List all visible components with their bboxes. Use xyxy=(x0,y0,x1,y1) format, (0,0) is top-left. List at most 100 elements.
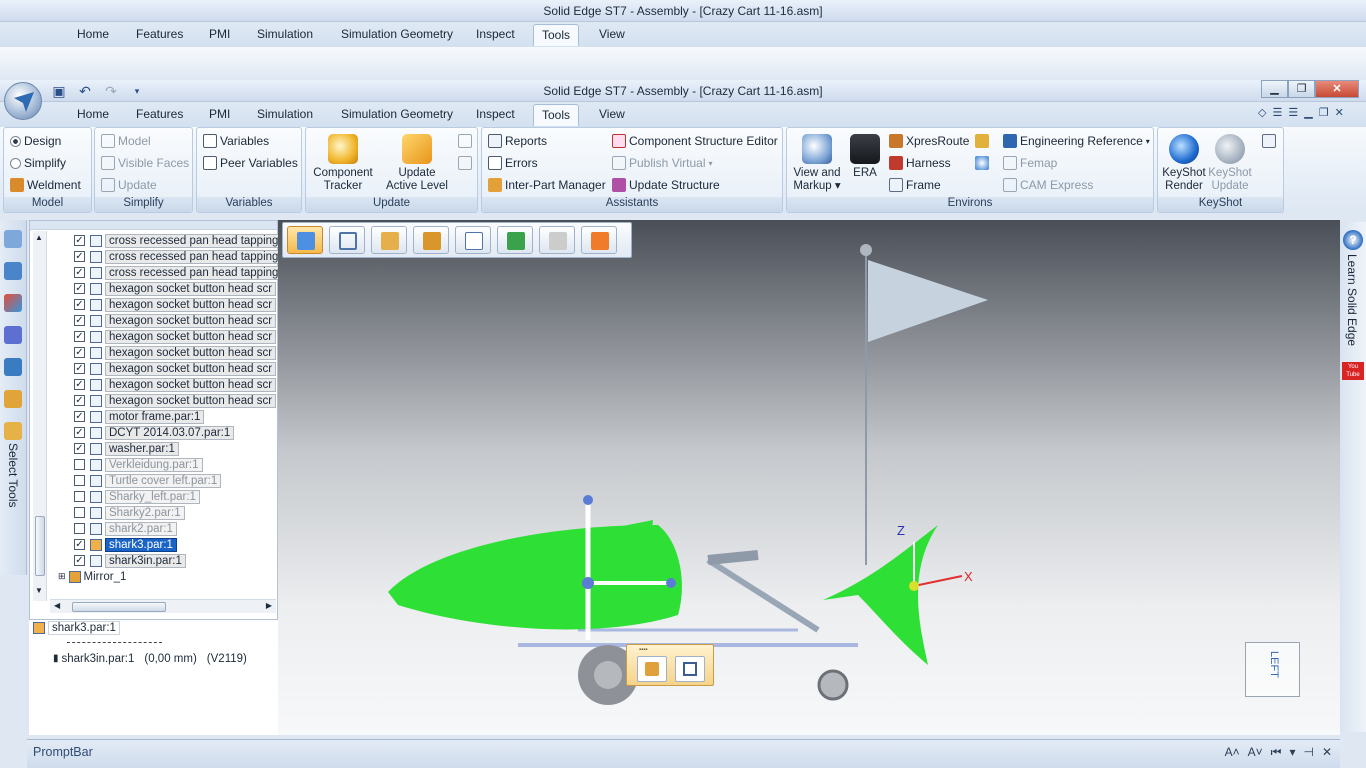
component-structure-editor-button[interactable]: Component Structure Editor xyxy=(612,134,778,148)
tree-item[interactable]: ✓ DCYT 2014.03.07.par:1 xyxy=(74,425,235,440)
tree-item[interactable]: Sharky_left.par:1 xyxy=(74,489,200,504)
visibility-checkbox[interactable] xyxy=(74,459,85,470)
vertical-scroll-thumb[interactable] xyxy=(35,516,45,576)
close-button[interactable]: ✕ xyxy=(1315,80,1359,98)
publish-virtual-button[interactable]: Publish Virtual ▾ xyxy=(612,156,713,170)
variables-button[interactable]: Variables xyxy=(203,134,269,148)
environs-tool2-icon[interactable] xyxy=(975,156,989,170)
xpresroute-button[interactable]: XpresRoute xyxy=(889,134,969,148)
visibility-checkbox[interactable]: ✓ xyxy=(74,283,85,294)
doc-close-button[interactable]: ✕ xyxy=(1335,106,1344,119)
tab-view[interactable]: View xyxy=(599,107,625,121)
feature-library-icon[interactable] xyxy=(4,422,22,440)
visibility-checkbox[interactable]: ✓ xyxy=(74,555,85,566)
scroll-left-icon[interactable]: ◀ xyxy=(54,601,60,610)
visibility-checkbox[interactable]: ✓ xyxy=(74,315,85,326)
youtube-icon[interactable]: You Tube xyxy=(1342,362,1364,380)
restore-button[interactable]: ❐ xyxy=(1288,80,1315,98)
simplify-update-button[interactable]: Update xyxy=(101,178,157,192)
sensors-icon[interactable] xyxy=(4,326,22,344)
reports-button[interactable]: Reports xyxy=(488,134,547,148)
visibility-checkbox[interactable]: ✓ xyxy=(74,299,85,310)
tree-item[interactable]: ✓ hexagon socket button head scr xyxy=(74,377,277,392)
update-small-icon[interactable] xyxy=(458,134,472,148)
color-manager-icon[interactable] xyxy=(4,294,22,312)
expand-icon[interactable]: ⊞ xyxy=(58,571,66,582)
tree-item[interactable]: Sharky2.par:1 xyxy=(74,505,185,520)
harness-button[interactable]: Harness xyxy=(889,156,951,170)
visibility-checkbox[interactable]: ✓ xyxy=(74,411,85,422)
mirror-row[interactable]: ⊞ Mirror_1 xyxy=(58,569,126,584)
selected-part-row[interactable]: shark3.par:1 xyxy=(33,620,120,635)
view-and-markup-button[interactable]: View and Markup ▾ xyxy=(789,134,845,193)
design-radio[interactable]: Design xyxy=(10,134,61,148)
tree-item[interactable]: ✓ hexagon socket button head scr xyxy=(74,297,277,312)
doc-minimize-button[interactable]: ▁ xyxy=(1304,106,1312,119)
select-tools-icon[interactable] xyxy=(4,358,22,376)
minimize-button[interactable]: ▁ xyxy=(1261,80,1288,98)
tree-item[interactable]: ✓ washer.par:1 xyxy=(74,441,179,456)
application-button[interactable] xyxy=(4,82,42,120)
visibility-checkbox[interactable]: ✓ xyxy=(74,395,85,406)
era-button[interactable]: ERA xyxy=(845,134,885,180)
errors-button[interactable]: Errors xyxy=(488,156,538,170)
visibility-checkbox[interactable]: ✓ xyxy=(74,443,85,454)
tree-item[interactable]: ✓ cross recessed pan head tapping xyxy=(74,233,283,248)
help-icon[interactable]: ? xyxy=(1343,230,1363,250)
pin-icon[interactable]: ⊣ xyxy=(1303,745,1313,760)
scroll-up-icon[interactable]: ▲ xyxy=(35,233,43,242)
drag-handle-top[interactable] xyxy=(583,495,593,505)
visibility-checkbox[interactable]: ✓ xyxy=(74,331,85,342)
quickpick-select-button[interactable] xyxy=(637,656,667,682)
tab-pmi[interactable]: PMI xyxy=(209,107,230,121)
visibility-checkbox[interactable]: ✓ xyxy=(74,427,85,438)
drag-handle-right[interactable] xyxy=(666,578,676,588)
visibility-checkbox[interactable]: ✓ xyxy=(74,267,85,278)
visibility-checkbox[interactable] xyxy=(74,523,85,534)
simplify-radio[interactable]: Simplify xyxy=(10,156,66,170)
keyshot-render-button[interactable]: KeyShot Render xyxy=(1160,134,1208,193)
scroll-right-icon[interactable]: ▶ xyxy=(266,601,272,610)
update-structure-button[interactable]: Update Structure xyxy=(612,178,720,192)
tree-item[interactable]: ✓ cross recessed pan head tapping xyxy=(74,249,283,264)
visibility-checkbox[interactable] xyxy=(74,507,85,518)
tab-inspect[interactable]: Inspect xyxy=(476,107,515,121)
font-decrease-icon[interactable]: A˅ xyxy=(1248,745,1263,760)
cam-express-button[interactable]: CAM Express xyxy=(1003,178,1093,192)
tab-home[interactable]: Home xyxy=(77,107,109,121)
visibility-checkbox[interactable]: ✓ xyxy=(74,539,85,550)
tree-item[interactable]: shark2.par:1 xyxy=(74,521,177,536)
visibility-checkbox[interactable] xyxy=(74,491,85,502)
visibility-checkbox[interactable]: ✓ xyxy=(74,235,85,246)
update-small2-icon[interactable] xyxy=(458,156,472,170)
engineering-reference-button[interactable]: Engineering Reference ▾ xyxy=(1003,134,1150,148)
view-orientation-cube[interactable]: LEFT xyxy=(1245,642,1300,697)
pathfinder-horizontal-scrollbar[interactable]: ◀ ▶ xyxy=(50,599,276,613)
tree-item[interactable]: ✓ shark3.par:1 xyxy=(74,537,177,552)
update-active-level-button[interactable]: Update Active Level xyxy=(380,134,454,193)
font-increase-icon[interactable]: A˄ xyxy=(1225,745,1240,760)
horizontal-scroll-thumb[interactable] xyxy=(72,602,166,612)
parts-library-icon[interactable] xyxy=(4,390,22,408)
tree-item[interactable]: ✓ cross recessed pan head tapping xyxy=(74,265,283,280)
keyshot-update-button[interactable]: KeyShot Update xyxy=(1206,134,1254,193)
inter-part-manager-button[interactable]: Inter-Part Manager xyxy=(488,178,606,192)
drag-handle-center[interactable] xyxy=(582,577,594,589)
layers-icon[interactable] xyxy=(4,230,22,248)
keyshot-settings-icon[interactable] xyxy=(1262,134,1276,148)
frame-button[interactable]: Frame xyxy=(889,178,941,192)
tree-item[interactable]: ✓ hexagon socket button head scr xyxy=(74,345,277,360)
ribbon-option-icon[interactable]: ☰ xyxy=(1272,106,1282,119)
tab-simulation-geometry[interactable]: Simulation Geometry xyxy=(341,107,453,121)
help-search-icon[interactable]: ◇ xyxy=(1258,106,1266,119)
tree-item[interactable]: Verkleidung.par:1 xyxy=(74,457,203,472)
visibility-checkbox[interactable]: ✓ xyxy=(74,379,85,390)
tree-item[interactable]: ✓ motor frame.par:1 xyxy=(74,409,205,424)
pathfinder-vertical-scrollbar[interactable]: ▲ ▼ xyxy=(33,231,47,601)
tab-simulation[interactable]: Simulation xyxy=(257,107,313,121)
visible-faces-button[interactable]: Visible Faces xyxy=(101,156,189,170)
visibility-checkbox[interactable]: ✓ xyxy=(74,347,85,358)
tree-item[interactable]: ✓ hexagon socket button head scr xyxy=(74,361,277,376)
pathfinder-icon[interactable] xyxy=(4,262,22,280)
select-tools-tab[interactable]: Select Tools xyxy=(6,443,20,507)
